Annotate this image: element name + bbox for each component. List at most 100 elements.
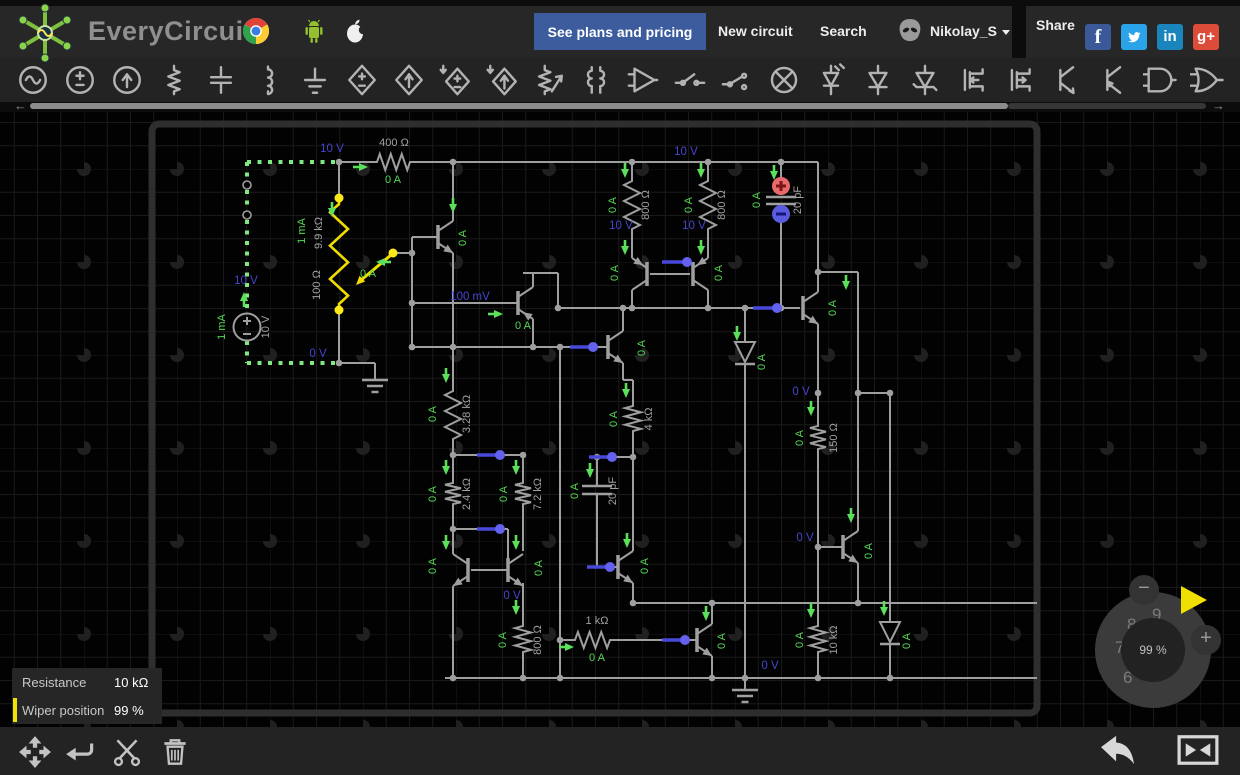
svg-text:0 A: 0 A xyxy=(427,405,439,422)
ac-source-tool-icon[interactable] xyxy=(14,61,52,99)
chrome-icon[interactable] xyxy=(242,17,270,45)
zener-tool-icon[interactable] xyxy=(906,61,944,99)
brand-title: EveryCircuit xyxy=(88,16,254,46)
svg-text:0 A: 0 A xyxy=(901,632,913,649)
transformer-tool-icon[interactable] xyxy=(577,61,615,99)
facebook-icon[interactable]: f xyxy=(1085,24,1111,50)
everycircuit-logo-icon[interactable] xyxy=(12,0,78,63)
svg-text:150 Ω: 150 Ω xyxy=(828,423,840,453)
svg-text:0 A: 0 A xyxy=(608,410,620,427)
user-menu[interactable]: Nikolay_S xyxy=(930,23,1010,39)
spdt-switch-tool-icon[interactable] xyxy=(718,61,756,99)
svg-text:0 A: 0 A xyxy=(498,485,510,502)
svg-text:0 A: 0 A xyxy=(713,264,725,281)
see-plans-button[interactable]: See plans and pricing xyxy=(534,13,706,50)
twitter-icon[interactable] xyxy=(1121,24,1147,50)
svg-text:800 Ω: 800 Ω xyxy=(640,190,652,220)
svg-text:800 Ω: 800 Ω xyxy=(532,625,544,655)
googleplus-icon[interactable]: g+ xyxy=(1193,24,1219,50)
svg-text:3.28 kΩ: 3.28 kΩ xyxy=(461,395,473,433)
svg-text:0 V: 0 V xyxy=(796,532,814,544)
svg-text:0 A: 0 A xyxy=(756,353,768,370)
scroll-left-icon[interactable]: ← xyxy=(14,98,27,113)
share-label: Share xyxy=(1036,17,1075,33)
components-pinwheel-icon[interactable] xyxy=(18,735,52,769)
or-gate-tool-icon[interactable] xyxy=(1188,61,1226,99)
scrollbar-track[interactable] xyxy=(1008,103,1206,109)
pnp-tool-icon[interactable] xyxy=(1094,61,1132,99)
svg-text:2.4 kΩ: 2.4 kΩ xyxy=(461,478,473,510)
delete-icon[interactable] xyxy=(158,735,192,769)
resistor-tool-icon[interactable] xyxy=(155,61,193,99)
svg-text:20 pF: 20 pF xyxy=(792,186,804,214)
svg-text:0 A: 0 A xyxy=(457,229,469,246)
pmos-tool-icon[interactable] xyxy=(1000,61,1038,99)
svg-text:0 A: 0 A xyxy=(827,299,839,316)
scroll-right-icon[interactable]: → xyxy=(1212,98,1225,113)
svg-text:10 kΩ: 10 kΩ xyxy=(828,625,840,654)
circuit-canvas[interactable]: 10 V 10 V 0 V 10 V 10 V 10 V 100 mV 0 V 0 V 0 V 0 … xyxy=(0,112,1240,727)
schematic-canvas[interactable]: 10 V 10 V 0 V 10 V 10 V 10 V 100 mV 0 V 0 V 0 V 0 … xyxy=(0,112,1240,727)
svg-text:1 mA: 1 mA xyxy=(296,218,308,244)
diode-tool-icon[interactable] xyxy=(859,61,897,99)
svg-text:0 V: 0 V xyxy=(792,386,810,398)
username-label: Nikolay_S xyxy=(930,23,997,39)
undo-icon[interactable] xyxy=(1096,733,1140,767)
svg-text:0 A: 0 A xyxy=(751,191,763,208)
scrollbar-thumb[interactable] xyxy=(30,103,1008,109)
svg-text:1 mA: 1 mA xyxy=(216,314,228,340)
vccs-tool-icon[interactable] xyxy=(390,61,428,99)
ccvs-tool-icon[interactable] xyxy=(437,61,475,99)
resistance-row[interactable]: Resistance 10 kΩ xyxy=(12,668,162,696)
svg-text:100 Ω: 100 Ω xyxy=(311,270,323,300)
lamp-tool-icon[interactable] xyxy=(765,61,803,99)
svg-text:0 A: 0 A xyxy=(716,632,728,649)
svg-text:10 V: 10 V xyxy=(260,315,272,338)
svg-text:0 A: 0 A xyxy=(360,268,377,280)
property-value: 99 % xyxy=(114,702,144,718)
android-icon[interactable] xyxy=(300,17,328,45)
user-avatar[interactable] xyxy=(896,17,924,45)
svg-text:0 A: 0 A xyxy=(427,557,439,574)
spst-switch-tool-icon[interactable] xyxy=(671,61,709,99)
ground-tool-icon[interactable] xyxy=(296,61,334,99)
inductor-tool-icon[interactable] xyxy=(249,61,287,99)
chevron-down-icon xyxy=(1001,29,1010,35)
knob-value: 99 % xyxy=(1121,618,1185,682)
fit-screen-icon[interactable] xyxy=(1176,733,1220,767)
svg-text:10 V: 10 V xyxy=(609,220,633,232)
cccs-tool-icon[interactable] xyxy=(484,61,522,99)
nmos-tool-icon[interactable] xyxy=(953,61,991,99)
npn-tool-icon[interactable] xyxy=(1047,61,1085,99)
svg-text:0 A: 0 A xyxy=(533,559,545,576)
property-inspector: Resistance 10 kΩ Wiper position 99 % xyxy=(12,668,162,724)
svg-text:0 A: 0 A xyxy=(385,174,402,186)
bottom-toolbar xyxy=(0,727,1240,775)
battery-tool-icon[interactable] xyxy=(61,61,99,99)
capacitor-tool-icon[interactable] xyxy=(202,61,240,99)
search-link[interactable]: Search xyxy=(820,23,867,39)
current-source-tool-icon[interactable] xyxy=(108,61,146,99)
apple-icon[interactable] xyxy=(342,17,370,45)
new-circuit-link[interactable]: New circuit xyxy=(718,23,793,39)
potentiometer-tool-icon[interactable] xyxy=(530,61,568,99)
flip-icon[interactable] xyxy=(64,735,98,769)
increase-button[interactable]: + xyxy=(1191,625,1221,655)
and-gate-tool-icon[interactable] xyxy=(1141,61,1179,99)
vcvs-tool-icon[interactable] xyxy=(343,61,381,99)
svg-text:100 mV: 100 mV xyxy=(450,291,490,303)
svg-text:0 V: 0 V xyxy=(309,348,327,360)
cut-icon[interactable] xyxy=(110,735,144,769)
svg-text:0 A: 0 A xyxy=(589,652,606,664)
everycircuit-app: EveryCircuit See plans and pricing New c… xyxy=(0,0,1240,775)
led-tool-icon[interactable] xyxy=(812,61,850,99)
svg-text:7.2 kΩ: 7.2 kΩ xyxy=(532,478,544,510)
svg-text:0 A: 0 A xyxy=(639,557,651,574)
svg-text:10 V: 10 V xyxy=(234,275,258,287)
wiper-position-row[interactable]: Wiper position 99 % xyxy=(12,696,162,724)
svg-text:0 A: 0 A xyxy=(569,482,581,499)
linkedin-icon[interactable]: in xyxy=(1157,24,1183,50)
svg-text:0 V: 0 V xyxy=(503,590,521,602)
opamp-tool-icon[interactable] xyxy=(624,61,662,99)
decrease-button[interactable]: − xyxy=(1129,575,1159,605)
